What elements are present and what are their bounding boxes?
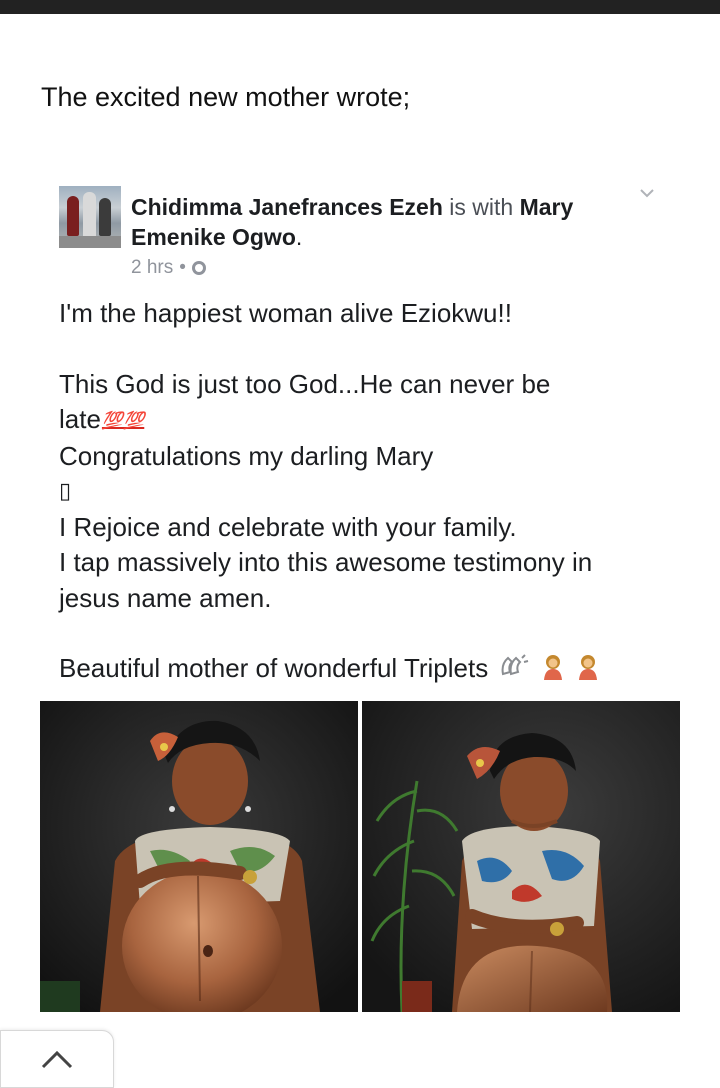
post-line: I tap massively into this awesome testim… — [59, 547, 593, 577]
post-line: Beautiful mother of wonderful Triplets — [59, 651, 679, 687]
post-time[interactable]: 2 hrs — [131, 257, 173, 279]
avatar-figure — [99, 198, 111, 236]
post-line: I Rejoice and celebrate with your family… — [59, 511, 517, 542]
post-line: Congratulations my darling Mary — [59, 440, 434, 471]
pregnant-woman-photo-front[interactable] — [40, 701, 358, 1012]
missing-glyph: ▯ — [59, 479, 72, 504]
globe-icon[interactable] — [191, 261, 206, 275]
avatar-figure — [83, 192, 96, 238]
post-header: Chidimma Janefrances Ezeh is with Mary E… — [131, 192, 611, 252]
period: . — [295, 224, 303, 250]
post-line: late💯💯 — [59, 402, 679, 439]
chevron-down-icon[interactable] — [640, 186, 654, 200]
author-name-link[interactable]: Chidimma Janefrances Ezeh — [131, 194, 443, 220]
chevron-up-icon — [41, 1051, 73, 1069]
post-line: I'm the happiest woman alive Eziokwu!! — [59, 298, 512, 328]
post-text: Beautiful mother of wonderful Triplets — [59, 653, 489, 683]
hundred-points-emoji: 💯💯 — [101, 411, 145, 430]
with-text: is with — [449, 194, 514, 220]
post-line: This God is just too God...He can never … — [59, 368, 551, 399]
post-text: late — [59, 404, 101, 434]
meta-separator: • — [179, 257, 186, 278]
top-bar — [0, 0, 720, 14]
post-meta: 2 hrs • — [131, 257, 206, 279]
woman-emoji — [543, 655, 562, 680]
post-line: jesus name amen. — [59, 582, 272, 613]
intro-text: The excited new mother wrote; — [41, 82, 411, 112]
avatar-figure — [67, 196, 79, 236]
woman-emoji — [578, 655, 597, 680]
avatar-ground — [59, 236, 121, 248]
clapping-hands-emoji — [502, 654, 529, 676]
scroll-to-top-button[interactable] — [0, 1030, 114, 1088]
pregnant-woman-photo-side[interactable] — [362, 701, 680, 1012]
post-body: I'm the happiest woman alive Eziokwu!! T… — [59, 296, 679, 687]
author-avatar[interactable] — [59, 186, 121, 248]
